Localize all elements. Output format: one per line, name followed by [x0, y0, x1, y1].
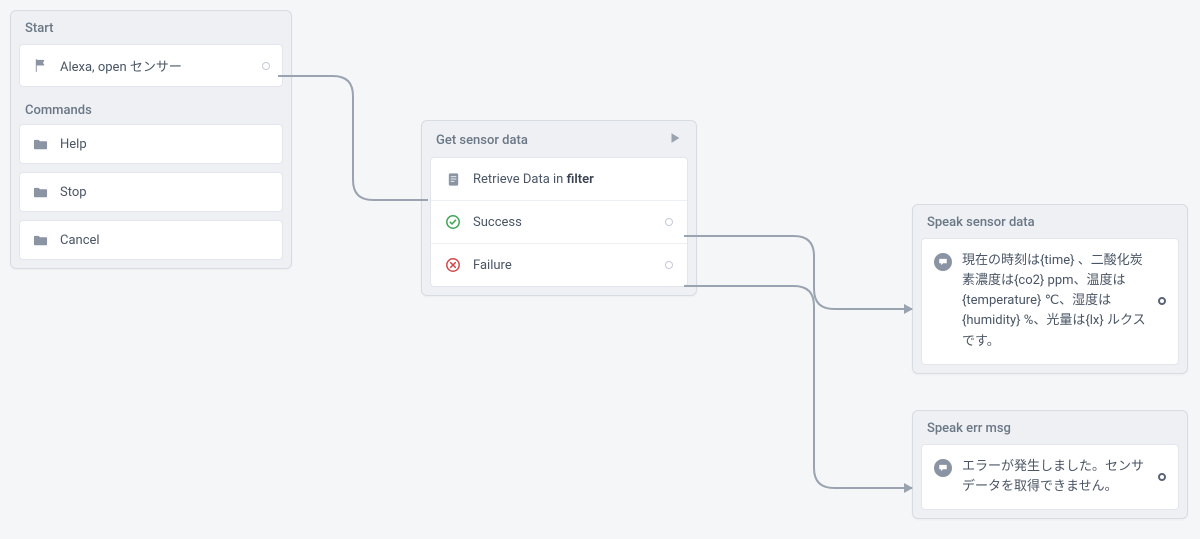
connector-success-to-speak [684, 226, 916, 316]
sensor-actions-list: Retrieve Data in filter Success Failure [430, 157, 688, 287]
check-circle-icon [445, 214, 461, 230]
folder-icon [32, 184, 48, 200]
sensor-panel-header: Get sensor data [422, 121, 696, 157]
speak-panel-title: Speak sensor data [913, 205, 1187, 238]
success-output-port[interactable] [665, 218, 673, 226]
speak-title-text: Speak sensor data [927, 215, 1035, 230]
err-panel-title: Speak err msg [913, 411, 1187, 444]
failure-row[interactable]: Failure [431, 244, 687, 286]
command-label: Stop [60, 185, 270, 200]
speech-bubble-icon [934, 253, 952, 271]
command-row-stop[interactable]: Stop [19, 172, 283, 212]
sensor-panel: Get sensor data Retrieve Data in filter … [421, 120, 697, 296]
success-row[interactable]: Success [431, 201, 687, 244]
retrieve-data-row[interactable]: Retrieve Data in filter [431, 158, 687, 201]
err-text: エラーが発生しました。センサデータを取得できません。 [962, 457, 1148, 497]
flag-icon [32, 58, 48, 74]
retrieve-prefix: Retrieve Data in [473, 172, 567, 187]
err-title-text: Speak err msg [927, 421, 1011, 436]
play-icon[interactable] [668, 131, 682, 149]
success-label: Success [473, 215, 653, 230]
sensor-title-text: Get sensor data [436, 133, 528, 148]
command-row-help[interactable]: Help [19, 124, 283, 164]
connector-start-to-sensor [278, 68, 428, 208]
document-icon [445, 171, 461, 187]
failure-label: Failure [473, 258, 653, 273]
speak-text: 現在の時刻は{time} 、二酸化炭素濃度は{co2} ppm、温度は{temp… [962, 251, 1148, 352]
command-row-cancel[interactable]: Cancel [19, 220, 283, 260]
x-circle-icon [445, 257, 461, 273]
speak-text-row[interactable]: 現在の時刻は{time} 、二酸化炭素濃度は{co2} ppm、温度は{temp… [921, 238, 1179, 365]
err-output-port[interactable] [1158, 473, 1166, 481]
start-panel: Start Alexa, open センサー Commands Help Sto… [10, 10, 292, 269]
folder-icon [32, 136, 48, 152]
start-title-text: Start [25, 21, 53, 36]
speech-bubble-icon [934, 459, 952, 477]
launch-phrase-row[interactable]: Alexa, open センサー [19, 44, 283, 87]
command-label: Help [60, 137, 270, 152]
launch-output-port[interactable] [262, 62, 270, 70]
commands-title: Commands [11, 95, 291, 124]
speak-output-port[interactable] [1158, 297, 1166, 305]
command-label: Cancel [60, 233, 270, 248]
start-panel-title: Start [11, 11, 291, 44]
launch-phrase-label: Alexa, open センサー [60, 56, 250, 75]
err-panel: Speak err msg エラーが発生しました。センサデータを取得できません。 [912, 410, 1188, 519]
err-text-row[interactable]: エラーが発生しました。センサデータを取得できません。 [921, 444, 1179, 510]
retrieve-arg: filter [567, 172, 594, 187]
retrieve-label: Retrieve Data in filter [473, 172, 673, 187]
failure-output-port[interactable] [665, 261, 673, 269]
folder-icon [32, 232, 48, 248]
speak-panel: Speak sensor data 現在の時刻は{time} 、二酸化炭素濃度は… [912, 204, 1188, 374]
connector-failure-to-err [684, 278, 916, 498]
